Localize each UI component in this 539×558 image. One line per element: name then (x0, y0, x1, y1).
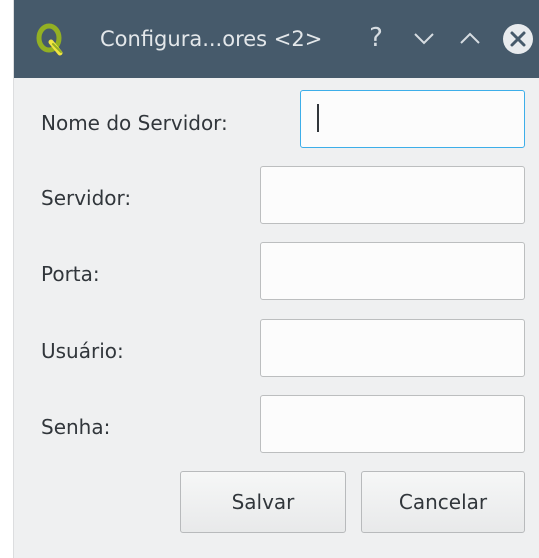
user-input[interactable] (260, 319, 525, 377)
server-config-dialog: Configura...ores <2> ? Nome do Servidor:… (13, 0, 539, 558)
server-label: Servidor: (41, 186, 132, 210)
cancel-button[interactable]: Cancelar (361, 471, 525, 533)
window-title: Configura...ores <2> (100, 27, 323, 51)
help-button[interactable]: ? (364, 18, 388, 58)
port-label: Porta: (41, 262, 100, 286)
server-input[interactable] (260, 166, 525, 224)
minimize-button[interactable] (409, 18, 439, 58)
password-input[interactable] (260, 395, 525, 453)
password-label: Senha: (41, 415, 111, 439)
maximize-button[interactable] (455, 18, 485, 58)
close-button[interactable] (503, 24, 533, 54)
text-caret (317, 104, 319, 132)
port-input[interactable] (260, 242, 525, 300)
qgis-logo-icon (36, 23, 63, 56)
save-button[interactable]: Salvar (180, 471, 346, 533)
user-label: Usuário: (41, 339, 124, 363)
server-name-label: Nome do Servidor: (41, 111, 228, 135)
server-name-input[interactable] (300, 90, 525, 148)
title-bar[interactable]: Configura...ores <2> ? (14, 0, 539, 78)
